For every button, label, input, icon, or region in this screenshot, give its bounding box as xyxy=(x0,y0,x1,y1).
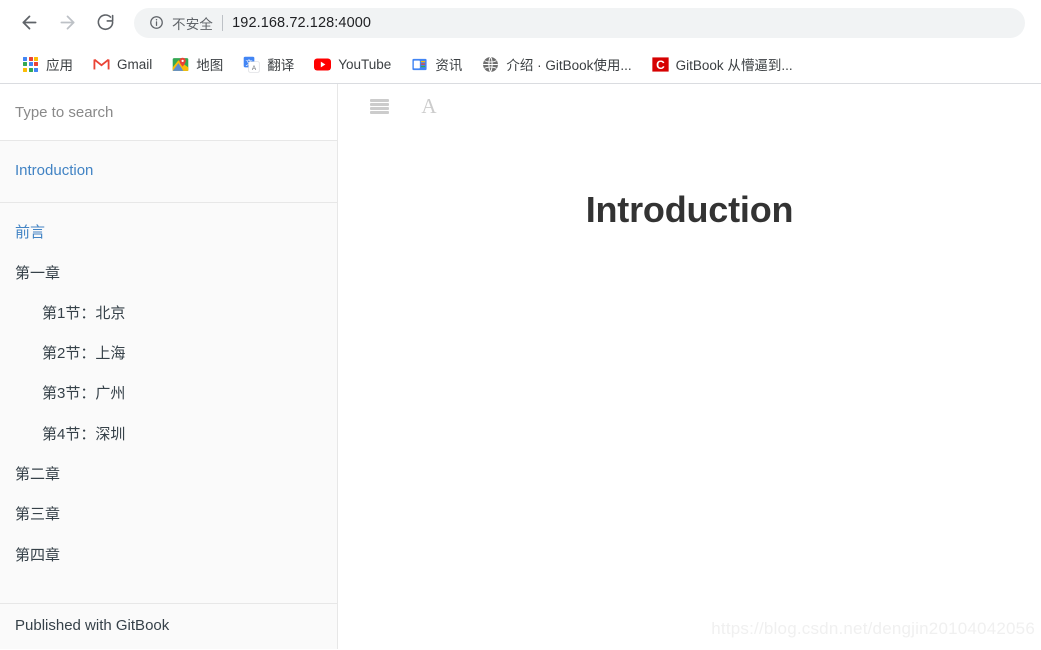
published-with-gitbook-link[interactable]: Published with GitBook xyxy=(15,617,169,634)
google-apps-grid-icon xyxy=(22,56,39,73)
page-viewport: Introduction 前言 第一章 第1节：北京 第2节：上海 第3节：广州… xyxy=(0,84,1041,649)
toggle-sidebar-button[interactable] xyxy=(362,91,396,123)
svg-text:A: A xyxy=(252,64,257,71)
bookmark-news[interactable]: 资讯 xyxy=(403,51,470,77)
bookmark-label: 应用 xyxy=(46,58,73,73)
bookmark-maps[interactable]: 地图 xyxy=(164,51,231,77)
google-news-icon xyxy=(411,56,428,73)
book-body: A Introduction https://blog.csdn.net/den… xyxy=(338,84,1041,649)
font-settings-button[interactable]: A xyxy=(412,91,446,123)
bookmark-label: 地图 xyxy=(196,58,224,73)
sidebar-item-chapter-1-section-3[interactable]: 第3节：广州 xyxy=(0,374,337,414)
summary-group-top: Introduction xyxy=(0,141,337,204)
sidebar-item-chapter-1[interactable]: 第一章 xyxy=(0,254,337,294)
search-box[interactable] xyxy=(0,84,337,141)
bookmark-apps[interactable]: 应用 xyxy=(14,51,81,77)
summary-navigation: Introduction 前言 第一章 第1节：北京 第2节：上海 第3节：广州… xyxy=(0,141,337,603)
url-text: 192.168.72.128:4000 xyxy=(232,14,372,31)
browser-navigation-toolbar: 不安全 192.168.72.128:4000 xyxy=(0,0,1041,45)
bookmark-label: 资讯 xyxy=(435,58,463,73)
sidebar-item-introduction[interactable]: Introduction xyxy=(0,151,337,191)
sidebar-item-chapter-1-section-4[interactable]: 第4节：深圳 xyxy=(0,415,337,455)
info-circle-icon[interactable] xyxy=(148,14,165,31)
gitbook-sidebar: Introduction 前言 第一章 第1节：北京 第2节：上海 第3节：广州… xyxy=(0,84,338,649)
sidebar-item-chapter-4[interactable]: 第四章 xyxy=(0,536,337,576)
globe-icon xyxy=(482,56,499,73)
bookmark-label: 翻译 xyxy=(267,58,295,73)
youtube-icon xyxy=(314,56,332,73)
gmail-icon xyxy=(93,56,110,73)
bookmark-label: Gmail xyxy=(117,56,153,72)
omnibox-separator xyxy=(222,14,224,31)
page-title: Introduction xyxy=(585,189,794,230)
sidebar-item-qianyan[interactable]: 前言 xyxy=(0,213,337,253)
google-translate-icon: 文 A xyxy=(243,56,260,73)
bookmark-gmail[interactable]: Gmail xyxy=(85,51,160,77)
sidebar-item-chapter-1-section-2[interactable]: 第2节：上海 xyxy=(0,334,337,374)
arrow-left-icon xyxy=(19,12,40,33)
bookmark-csdn-gitbook[interactable]: C GitBook 从懵逼到... xyxy=(644,51,801,77)
page-content: Introduction xyxy=(338,189,1041,231)
book-toolbar: A xyxy=(338,84,1041,129)
watermark-text: https://blog.csdn.net/dengjin20104042056 xyxy=(711,619,1035,638)
back-button[interactable] xyxy=(10,4,48,42)
sidebar-item-chapter-3[interactable]: 第三章 xyxy=(0,495,337,535)
sidebar-item-chapter-2[interactable]: 第二章 xyxy=(0,455,337,495)
bookmark-label: YouTube xyxy=(338,56,392,72)
bookmark-youtube[interactable]: YouTube xyxy=(306,51,399,77)
reload-button[interactable] xyxy=(86,4,124,42)
summary-group-main: 前言 第一章 第1节：北京 第2节：上海 第3节：广州 第4节：深圳 第二章 第… xyxy=(0,203,337,587)
hamburger-menu-icon xyxy=(369,99,389,114)
google-maps-icon xyxy=(172,56,189,73)
bookmark-translate[interactable]: 文 A 翻译 xyxy=(235,51,302,77)
bookmark-label: GitBook 从懵逼到... xyxy=(675,58,793,73)
bookmark-label: 介绍 · GitBook使用... xyxy=(506,58,632,73)
sidebar-footer: Published with GitBook xyxy=(0,603,337,649)
security-status-label: 不安全 xyxy=(172,16,214,32)
forward-button[interactable] xyxy=(48,4,86,42)
sidebar-item-chapter-1-section-1[interactable]: 第1节：北京 xyxy=(0,294,337,334)
browser-chrome: 不安全 192.168.72.128:4000 应用 Gmail 地图 A 翻译… xyxy=(0,0,1041,84)
search-input[interactable] xyxy=(15,103,318,121)
svg-text:C: C xyxy=(656,58,665,72)
address-bar[interactable]: 不安全 192.168.72.128:4000 xyxy=(134,7,1025,38)
bookmark-gitbook-intro[interactable]: 介绍 · GitBook使用... xyxy=(474,51,639,77)
csdn-icon: C xyxy=(651,56,669,73)
font-size-A-icon: A xyxy=(421,94,437,118)
bookmarks-bar: 应用 Gmail 地图 A 翻译 YouTube 资讯 介绍 · GitBook… xyxy=(0,45,1041,84)
reload-icon xyxy=(96,13,115,32)
arrow-right-icon xyxy=(57,12,78,33)
